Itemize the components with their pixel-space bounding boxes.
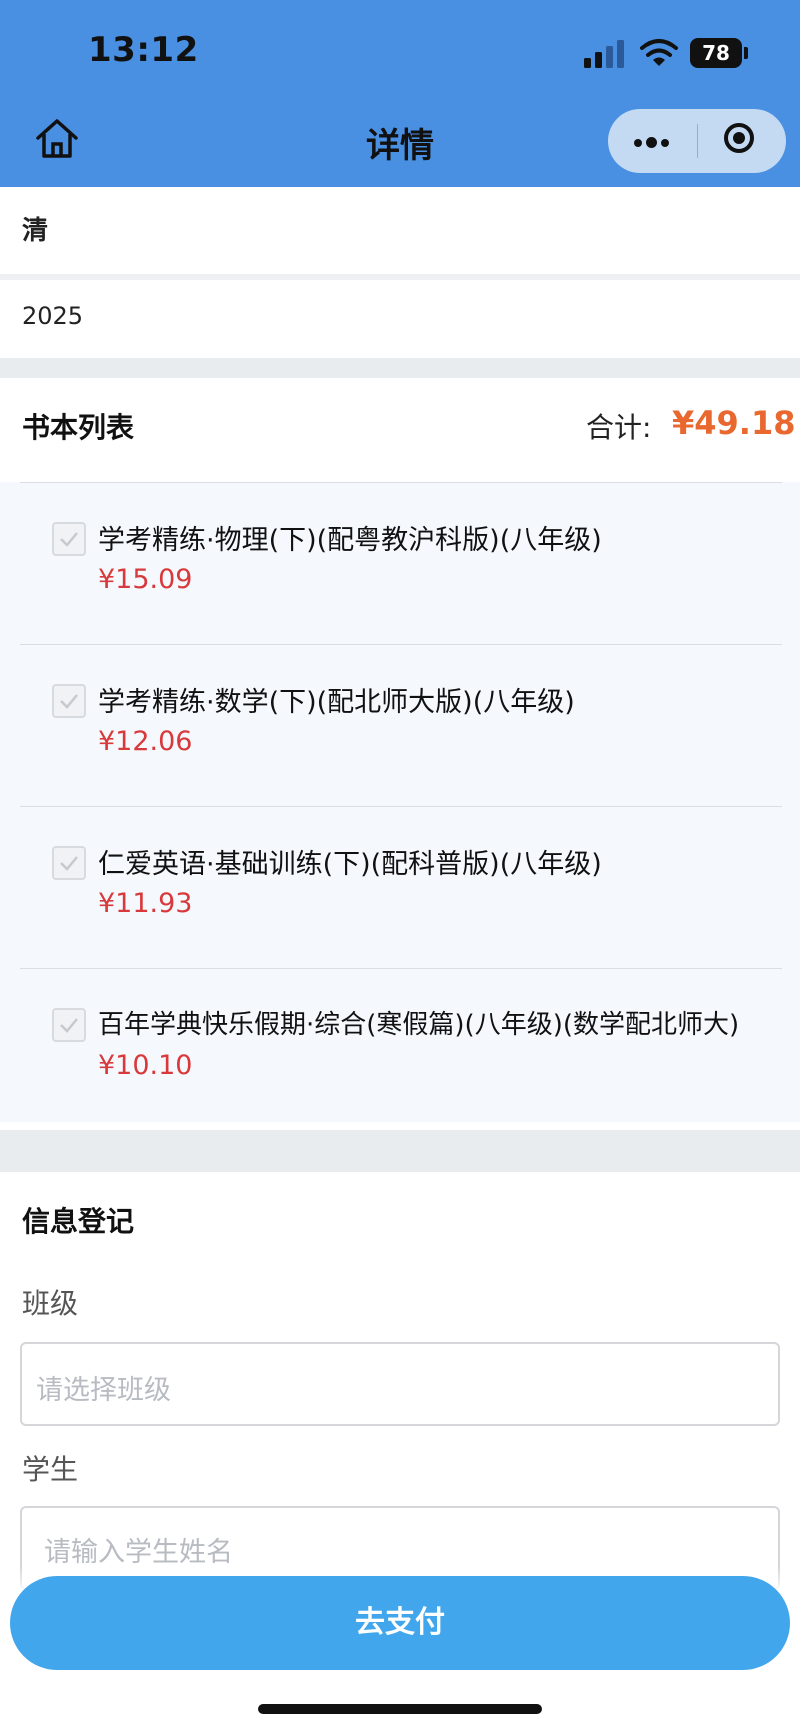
check-icon	[60, 856, 78, 871]
checkbox[interactable]	[52, 846, 86, 880]
battery-tip	[744, 47, 748, 59]
school-name-text: 清	[22, 216, 49, 246]
home-indicator[interactable]	[258, 1704, 542, 1714]
status-time: 13:12	[88, 30, 199, 70]
book-price: ¥15.09	[98, 564, 193, 595]
divider	[0, 274, 800, 280]
book-name: 百年学典快乐假期·综合(寒假篇)(八年级)(数学配北师大)	[98, 1010, 740, 1040]
book-name: 学考精练·物理(下)(配粤教沪科版)(八年级)	[98, 525, 602, 556]
book-name: 仁爱英语·基础训练(下)(配科普版)(八年级)	[98, 849, 602, 880]
student-label: 学生	[22, 1453, 79, 1486]
signal-icon	[584, 40, 624, 68]
form-heading: 信息登记	[22, 1205, 135, 1238]
book-list: 学考精练·物理(下)(配粤教沪科版)(八年级) ¥15.09 学考精练·数学(下…	[0, 482, 800, 1122]
row-divider	[20, 482, 782, 483]
list-item[interactable]: 百年学典快乐假期·综合(寒假篇)(八年级)(数学配北师大) ¥10.10	[0, 968, 800, 1130]
battery-indicator: 78	[690, 38, 742, 68]
total-label: 合计:	[586, 411, 652, 444]
total-price: ¥49.18	[672, 404, 796, 442]
section-divider	[0, 358, 800, 378]
target-close-icon[interactable]	[698, 109, 786, 173]
row-divider	[20, 968, 782, 969]
class-placeholder: 请选择班级	[36, 1375, 171, 1406]
row-divider	[20, 806, 782, 807]
book-price: ¥11.93	[98, 888, 193, 919]
check-icon	[60, 1018, 78, 1033]
row-divider	[20, 644, 782, 645]
book-price: ¥12.06	[98, 726, 193, 757]
list-item[interactable]: 学考精练·数学(下)(配北师大版)(八年级) ¥12.06	[0, 644, 800, 806]
book-name: 学考精练·数学(下)(配北师大版)(八年级)	[98, 687, 575, 718]
checkbox[interactable]	[52, 684, 86, 718]
book-list-heading: 书本列表	[22, 411, 135, 444]
check-icon	[60, 694, 78, 709]
book-price: ¥10.10	[98, 1050, 193, 1081]
student-placeholder: 请输入学生姓名	[44, 1537, 233, 1568]
check-icon	[60, 532, 78, 547]
pay-button[interactable]: 去支付	[10, 1576, 790, 1670]
more-dots-icon[interactable]	[608, 109, 697, 173]
list-title-text: 2025	[22, 302, 84, 330]
section-divider	[0, 1130, 800, 1172]
wifi-icon	[640, 39, 678, 66]
list-item[interactable]: 学考精练·物理(下)(配粤教沪科版)(八年级) ¥15.09	[0, 482, 800, 644]
checkbox[interactable]	[52, 522, 86, 556]
checkbox[interactable]	[52, 1008, 86, 1042]
list-item[interactable]: 仁爱英语·基础训练(下)(配科普版)(八年级) ¥11.93	[0, 806, 800, 968]
class-label: 班级	[22, 1287, 79, 1320]
